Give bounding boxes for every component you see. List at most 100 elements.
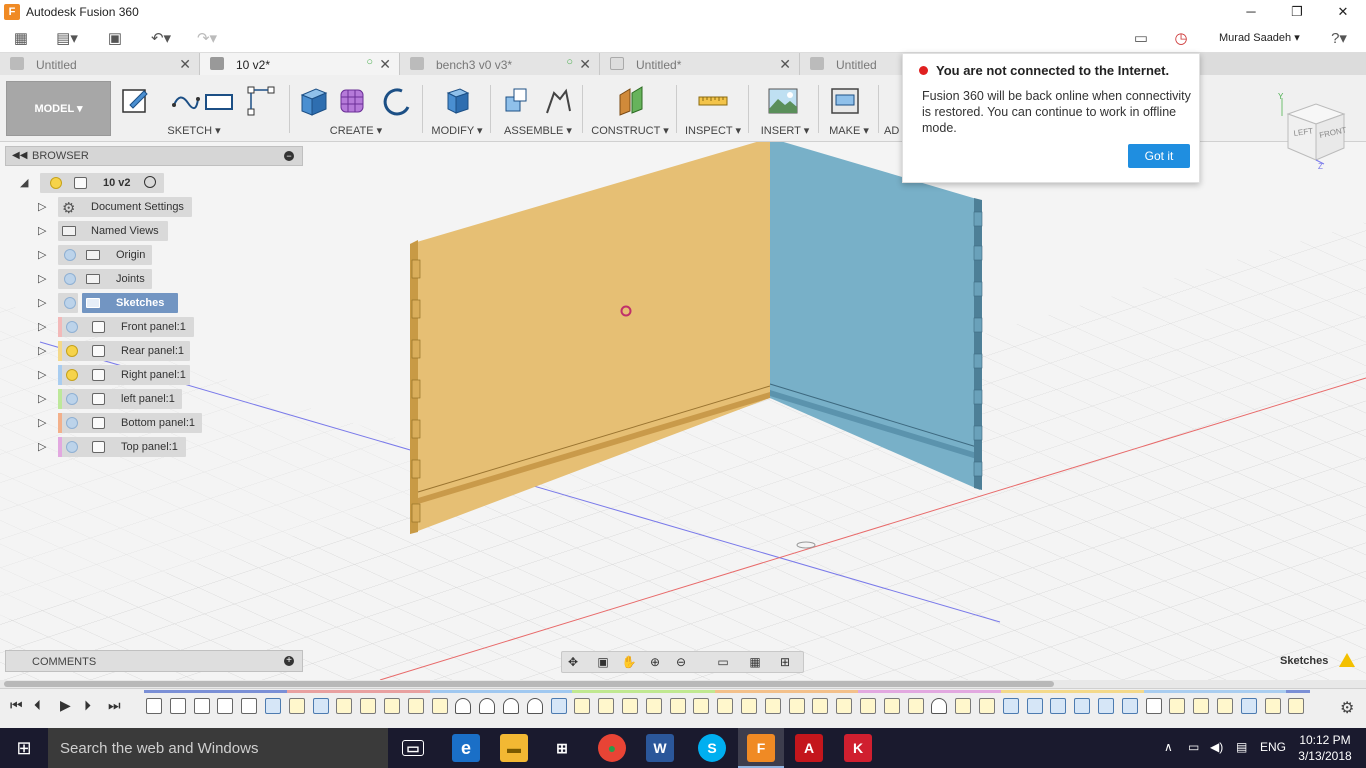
save-icon[interactable]: ▣	[104, 27, 126, 49]
browser-panel-header[interactable]: ◀◀ BROWSER −	[5, 146, 303, 166]
expand-toggle-icon[interactable]: ▷	[38, 344, 50, 357]
action-center-icon[interactable]: ▤	[1236, 740, 1247, 754]
3d-print-icon[interactable]	[830, 85, 860, 117]
timeline-feature-icon[interactable]	[193, 698, 210, 714]
help-icon[interactable]: ?▾	[1322, 27, 1356, 49]
timeline-feature-icon[interactable]	[1288, 698, 1305, 714]
timeline-feature-icon[interactable]	[360, 698, 377, 714]
acrobat-icon[interactable]: A	[795, 734, 823, 762]
timeline-feature-icon[interactable]	[931, 698, 948, 714]
visibility-bulb-icon[interactable]	[66, 441, 78, 453]
expand-toggle-icon[interactable]: ▷	[38, 440, 50, 453]
timeline-feature-icon[interactable]	[1050, 698, 1067, 714]
visibility-bulb-icon[interactable]	[50, 177, 62, 189]
timeline-feature-icon[interactable]	[1121, 698, 1138, 714]
timeline-first-icon[interactable]: ⏮	[10, 697, 23, 714]
fit-view-icon[interactable]: ⊖	[672, 655, 690, 670]
sketch-menu[interactable]: SKETCH ▾	[110, 124, 278, 137]
joint-icon[interactable]	[542, 85, 572, 117]
timeline-scrollbar[interactable]	[0, 680, 1366, 688]
windows-start-icon[interactable]: ⊞	[0, 728, 48, 768]
tree-item-document-settings[interactable]: ▷ ⚙ Document Settings	[38, 197, 198, 217]
expand-toggle-icon[interactable]: ▷	[38, 272, 50, 285]
tree-item-origin[interactable]: ▷ Origin	[38, 245, 158, 265]
tree-item-bottom-panel[interactable]: ▷ Bottom panel:1	[38, 413, 208, 433]
tree-item-right-panel[interactable]: ▷ Right panel:1	[38, 365, 198, 385]
timeline-feature-icon[interactable]	[146, 698, 162, 714]
timeline-feature-icon[interactable]	[455, 698, 472, 714]
expand-toggle-icon[interactable]: ▷	[38, 392, 50, 405]
view-cube[interactable]: Y LEFT FRONT Z	[1278, 92, 1362, 170]
visibility-bulb-icon[interactable]	[66, 369, 78, 381]
expand-toggle-icon[interactable]: ▷	[38, 248, 50, 261]
timeline-feature-icon[interactable]	[1240, 698, 1257, 714]
grid-settings-icon[interactable]: ▦	[746, 655, 764, 670]
close-window-button[interactable]: ✕	[1320, 0, 1366, 23]
line-tool-icon[interactable]	[170, 85, 200, 117]
rectangle-tool-icon[interactable]	[204, 85, 234, 117]
tree-root[interactable]: ◢ 10 v2	[20, 173, 170, 193]
insert-image-icon[interactable]	[768, 85, 798, 117]
file-menu-icon[interactable]: ▤▾	[54, 27, 80, 49]
input-language[interactable]: ENG	[1260, 740, 1286, 754]
timeline-feature-icon[interactable]	[1169, 698, 1186, 714]
timeline-feature-icon[interactable]	[693, 698, 710, 714]
timeline-next-icon[interactable]: ⏵	[84, 697, 91, 714]
tree-item-rear-panel[interactable]: ▷ Rear panel:1	[38, 341, 198, 361]
expand-toggle-icon[interactable]: ▷	[38, 224, 50, 237]
tab-untitled-1[interactable]: Untitled ✕	[0, 53, 200, 75]
timeline-feature-icon[interactable]	[312, 698, 329, 714]
timeline-feature-icon[interactable]	[1264, 698, 1281, 714]
timeline-feature-icon[interactable]	[669, 698, 686, 714]
battery-icon[interactable]: ▭	[1188, 740, 1199, 754]
look-at-icon[interactable]: ▣	[594, 655, 612, 670]
comments-chat-icon[interactable]: ▭	[1130, 27, 1152, 49]
timeline-feature-icon[interactable]	[860, 698, 876, 714]
timeline-feature-icon[interactable]	[241, 698, 258, 714]
new-component-icon[interactable]	[502, 85, 532, 117]
timeline-feature-icon[interactable]	[1145, 698, 1162, 714]
form-mesh-icon[interactable]	[338, 85, 368, 117]
tree-item-named-views[interactable]: ▷ Named Views	[38, 221, 178, 241]
timeline-feature-icon[interactable]	[598, 698, 615, 714]
show-hidden-icons-icon[interactable]: ∧	[1164, 740, 1173, 754]
close-tab-icon[interactable]: ✕	[179, 56, 191, 73]
make-menu[interactable]: MAKE ▾	[824, 124, 874, 137]
browser-collapse-icon[interactable]: −	[284, 151, 294, 161]
timeline-feature-icon[interactable]	[169, 698, 186, 714]
edge-browser-icon[interactable]: e	[452, 734, 480, 762]
timeline-feature-icon[interactable]	[1002, 698, 1019, 714]
tree-item-front-panel[interactable]: ▷ Front panel:1	[38, 317, 198, 337]
expand-toggle-icon[interactable]: ◢	[20, 176, 32, 189]
undo-icon[interactable]: ↶▾	[144, 27, 178, 49]
kaspersky-icon[interactable]: K	[844, 734, 872, 762]
timeline-feature-icon[interactable]	[1074, 698, 1091, 714]
data-panel-grid-icon[interactable]: ▦	[10, 27, 32, 49]
visibility-bulb-icon[interactable]	[66, 417, 78, 429]
timeline-feature-icon[interactable]	[883, 698, 900, 714]
word-icon[interactable]: W	[646, 734, 674, 762]
fusion360-taskbar-icon[interactable]: F	[747, 734, 775, 762]
timeline-feature-icon[interactable]	[574, 698, 591, 714]
timeline-feature-icon[interactable]	[550, 698, 567, 714]
construct-menu[interactable]: CONSTRUCT ▾	[590, 124, 670, 137]
timeline-feature-icon[interactable]	[836, 698, 853, 714]
create-menu[interactable]: CREATE ▾	[294, 124, 418, 137]
insert-menu[interactable]: INSERT ▾	[756, 124, 814, 137]
3d-scene-canvas[interactable]	[0, 142, 1366, 680]
job-status-clock-icon[interactable]: ◷	[1170, 27, 1192, 49]
timeline-feature-icon[interactable]	[979, 698, 995, 714]
redo-icon[interactable]: ↷▾	[190, 27, 224, 49]
timeline-prev-icon[interactable]: ⏴	[34, 697, 41, 714]
inspect-menu[interactable]: INSPECT ▾	[682, 124, 744, 137]
timeline-feature-icon[interactable]	[622, 698, 638, 714]
timeline-feature-icon[interactable]	[955, 698, 972, 714]
store-icon[interactable]: ⊞	[548, 734, 576, 762]
tree-item-left-panel[interactable]: ▷ left panel:1	[38, 389, 198, 409]
modify-menu[interactable]: MODIFY ▾	[428, 124, 486, 137]
warning-icon[interactable]	[1339, 653, 1355, 667]
visibility-bulb-icon[interactable]	[64, 273, 76, 285]
timeline-feature-icon[interactable]	[217, 698, 234, 714]
timeline-feature-icon[interactable]	[717, 698, 734, 714]
addins-menu[interactable]: AD	[884, 125, 902, 137]
